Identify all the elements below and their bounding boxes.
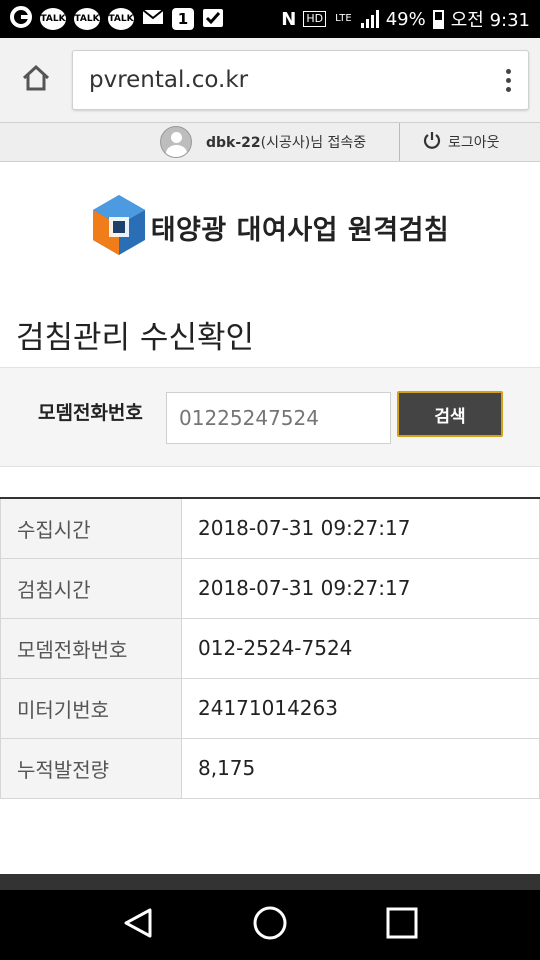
page-title: 검침관리 수신확인: [16, 320, 255, 356]
recents-icon[interactable]: [385, 906, 419, 944]
logout-button[interactable]: 로그아웃: [400, 130, 500, 154]
row-value: 2018-07-31 09:27:17: [181, 497, 540, 559]
row-label: 검침시간: [0, 557, 182, 619]
browser-toolbar: pvrental.co.kr: [0, 38, 540, 122]
status-bar: TALK TALK TALK 1 N HD LTE 49% 오전 9:31: [0, 0, 540, 38]
table-row: 누적발전량 8,175: [0, 737, 540, 799]
notification-icons: TALK TALK TALK 1: [10, 6, 224, 32]
more-menu-icon[interactable]: [488, 68, 528, 92]
ring-icon: [10, 6, 32, 32]
lte-icon: LTE: [335, 13, 352, 24]
clock: 오전 9:31: [450, 10, 530, 31]
user-bar: dbk-22(시공사)님 접속중 로그아웃: [0, 122, 540, 162]
row-label: 모뎀전화번호: [0, 617, 182, 679]
one-icon: 1: [172, 8, 194, 30]
row-value: 24171014263: [181, 677, 540, 739]
user-role: (시공사)님 접속중: [260, 135, 367, 151]
site-header: 태양광 대여사업 원격검침: [0, 162, 540, 292]
logout-label: 로그아웃: [448, 135, 500, 151]
search-panel: 모뎀전화번호 검색: [0, 367, 540, 467]
talk-icon: TALK: [74, 8, 100, 30]
site-logo-text: 태양광 대여사업 원격검침: [150, 214, 450, 246]
user-status: dbk-22(시공사)님 접속중: [206, 132, 366, 152]
talk-icon: TALK: [108, 8, 134, 30]
nfc-icon: N: [281, 8, 297, 30]
back-icon[interactable]: [121, 906, 155, 944]
user-info: dbk-22(시공사)님 접속중: [160, 123, 400, 161]
table-row: 모뎀전화번호 012-2524-7524: [0, 617, 540, 679]
row-value: 8,175: [181, 737, 540, 799]
avatar: [160, 126, 192, 158]
row-label: 미터기번호: [0, 677, 182, 739]
table-row: 미터기번호 24171014263: [0, 677, 540, 739]
hd-icon: HD: [303, 11, 327, 27]
row-value: 2018-07-31 09:27:17: [181, 557, 540, 619]
battery-percent: 49%: [385, 8, 426, 30]
modem-phone-input[interactable]: [166, 392, 391, 444]
table-row: 수집시간 2018-07-31 09:27:17: [0, 497, 540, 559]
reading-details-table: 수집시간 2018-07-31 09:27:17 검침시간 2018-07-31…: [0, 497, 540, 799]
address-bar[interactable]: pvrental.co.kr: [72, 50, 529, 110]
browser-home-button[interactable]: [0, 38, 72, 122]
check-icon: [202, 6, 224, 32]
signal-icon: [360, 10, 379, 28]
home-icon[interactable]: [252, 905, 288, 945]
search-button[interactable]: 검색: [397, 391, 503, 437]
system-indicators: N HD LTE 49% 오전 9:31: [281, 6, 530, 32]
row-label: 누적발전량: [0, 737, 182, 799]
power-icon: [422, 130, 442, 154]
table-row: 검침시간 2018-07-31 09:27:17: [0, 557, 540, 619]
page-footer: [0, 874, 540, 890]
row-label: 수집시간: [0, 497, 182, 559]
mail-icon: [142, 8, 164, 30]
battery-icon: [432, 9, 444, 29]
home-icon: [21, 64, 51, 96]
user-id: dbk-22: [206, 135, 261, 151]
url-text: pvrental.co.kr: [89, 67, 249, 93]
talk-icon: TALK: [40, 8, 66, 30]
site-logo-icon[interactable]: [91, 193, 147, 261]
row-value: 012-2524-7524: [181, 617, 540, 679]
system-nav-bar: [0, 890, 540, 960]
search-label: 모뎀전화번호: [38, 402, 143, 424]
